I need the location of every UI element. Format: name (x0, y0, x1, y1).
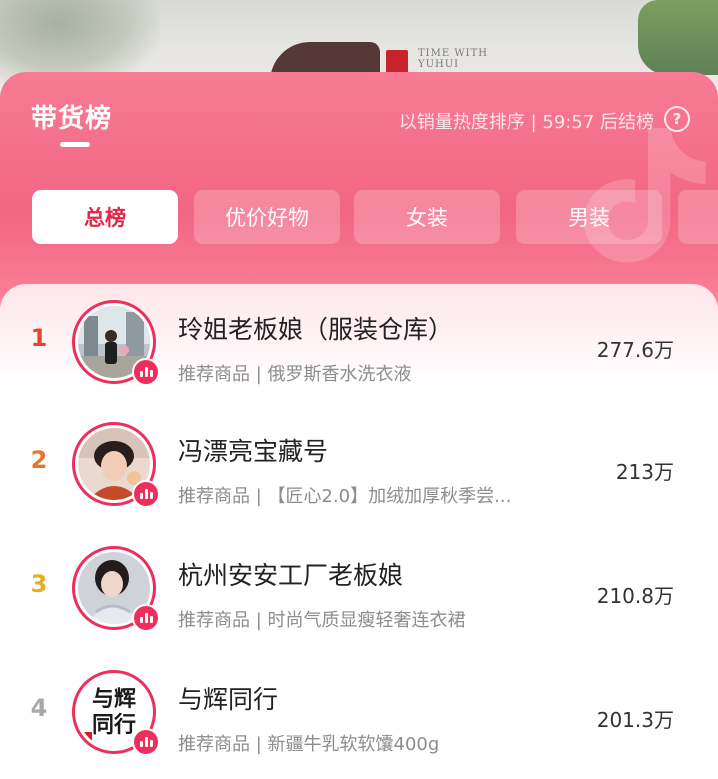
category-tabs: 总榜 优价好物 女装 男装 (32, 190, 718, 244)
rank-number: 1 (30, 324, 48, 352)
streamer-name: 冯漂亮宝藏号 (178, 437, 329, 466)
tab-womens-wear[interactable]: 女装 (354, 190, 500, 244)
sales-heat-value: 213万 (615, 460, 674, 484)
list-item[interactable]: 1 玲姐老板娘（服装仓库） 推荐商品 | 俄罗斯香水洗衣液 277.6万 (0, 284, 718, 404)
sales-ranking-panel: 带货榜 以销量热度排序 | 59:57 后结榜 ? 总榜 优价好物 女装 男装 … (0, 72, 718, 779)
sort-countdown-info: 以销量热度排序 | 59:57 后结榜 (398, 112, 654, 133)
title-underline (60, 142, 90, 147)
recommended-product: 推荐商品 | 时尚气质显瘦轻奢连衣裙 (178, 610, 466, 631)
page-title: 带货榜 (31, 104, 113, 134)
sales-heat-value: 210.8万 (596, 584, 674, 608)
sales-heat-value: 201.3万 (596, 708, 674, 732)
ranking-list: 1 玲姐老板娘（服装仓库） 推荐商品 | 俄罗斯香水洗衣液 277.6万 2 冯… (0, 284, 718, 779)
sales-heat-value: 277.6万 (596, 338, 674, 362)
live-indicator-icon (132, 604, 160, 632)
recommended-product: 推荐商品 | 【匠心2.0】加绒加厚秋季尝... (178, 486, 512, 507)
live-indicator-icon (132, 358, 160, 386)
avatar-calligraphy-text: 与辉同行 (91, 686, 136, 738)
list-item[interactable]: 4 与辉同行 与辉同行 推荐商品 | 新疆牛乳软软馕400g 201.3万 (0, 654, 718, 774)
background-watermark-text: TIME WITH YUHUI (418, 48, 488, 70)
recommended-product: 推荐商品 | 新疆牛乳软软馕400g (178, 734, 440, 755)
rank-number: 3 (30, 570, 48, 598)
rank-number: 4 (30, 694, 48, 722)
streamer-name: 玲姐老板娘（服装仓库） (178, 315, 454, 344)
list-item[interactable]: 2 冯漂亮宝藏号 推荐商品 | 【匠心2.0】加绒加厚秋季尝... 213万 (0, 406, 718, 526)
live-indicator-icon (132, 728, 160, 756)
tab-more-partial[interactable] (678, 190, 718, 244)
streamer-name: 杭州安安工厂老板娘 (178, 561, 404, 590)
question-circle-icon[interactable]: ? (664, 106, 690, 132)
tab-value-goods[interactable]: 优价好物 (194, 190, 340, 244)
streamer-name: 与辉同行 (178, 685, 279, 714)
tab-mens-wear[interactable]: 男装 (516, 190, 662, 244)
rank-number: 2 (30, 446, 48, 474)
tab-overall[interactable]: 总榜 (32, 190, 178, 244)
plant-image-right (638, 0, 718, 75)
list-item[interactable]: 3 杭州安安工厂老板娘 推荐商品 | 时尚气质显瘦轻奢连衣裙 210.8万 (0, 530, 718, 650)
live-indicator-icon (132, 480, 160, 508)
recommended-product: 推荐商品 | 俄罗斯香水洗衣液 (178, 364, 412, 385)
